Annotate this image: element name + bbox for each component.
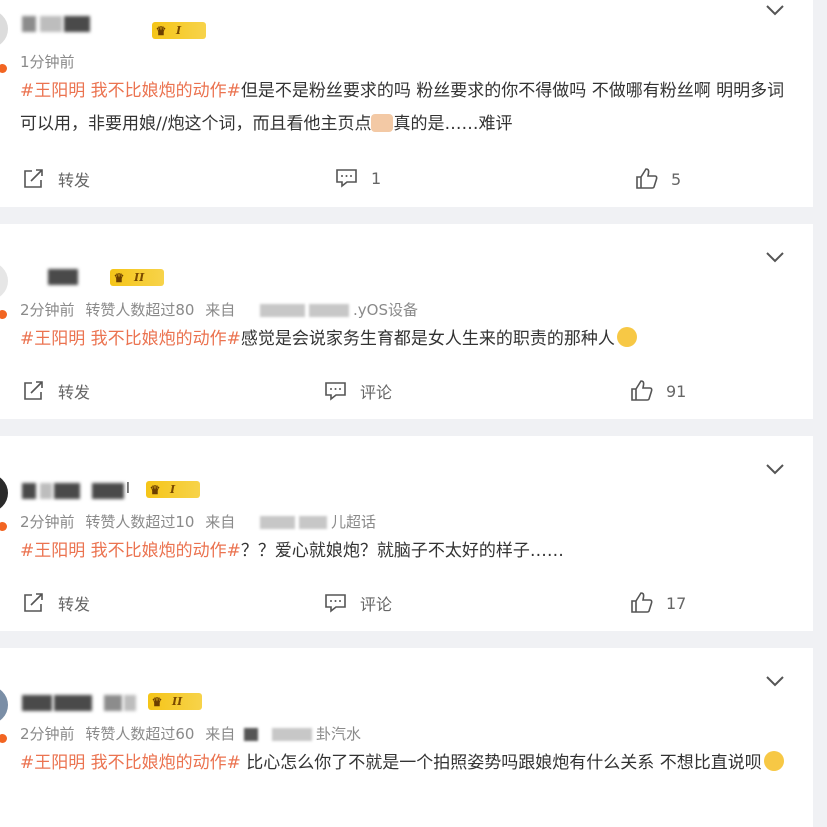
like-icon xyxy=(636,168,658,189)
thumbs-up-emoji-icon xyxy=(371,114,394,132)
comment-card-4: ♛ II 2分钟前 转赞人数超过60 来自 卦汽水 #王阳明 我不比娘炮的动作#… xyxy=(0,648,813,827)
comment-card-1: ♛ I 1分钟前 #王阳明 我不比娘炮的动作#但是不是粉丝要求的吗 粉丝要求的你… xyxy=(0,0,813,207)
username[interactable] xyxy=(22,695,142,711)
source-label: 来自 xyxy=(205,513,236,531)
repost-button[interactable]: 转发 xyxy=(22,167,90,191)
repost-count-badge: 转赞人数超过80 xyxy=(85,301,195,319)
timestamp: 2分钟前 xyxy=(20,301,75,319)
chevron-down-icon[interactable] xyxy=(765,3,785,17)
like-button[interactable]: 91 xyxy=(630,379,686,403)
crown-icon: ♛ xyxy=(151,694,163,709)
avatar[interactable] xyxy=(0,474,8,512)
comment-meta: 2分钟前 转赞人数超过60 来自 卦汽水 xyxy=(20,723,367,744)
crown-icon: ♛ xyxy=(155,23,167,38)
comment-button[interactable]: 评论 xyxy=(324,379,392,403)
like-icon xyxy=(631,380,653,401)
comment-icon xyxy=(325,594,346,613)
comment-card-3: l ♛ I 2分钟前 转赞人数超过10 来自 儿超话 #王阳明 我不比娘炮的动作… xyxy=(0,436,813,631)
comment-meta: 2分钟前 转赞人数超过80 来自 .yOS设备 xyxy=(20,299,424,320)
avatar-badge xyxy=(0,734,7,743)
hashtag-link[interactable]: #王阳明 我不比娘炮的动作# xyxy=(20,329,241,349)
crown-badge[interactable]: ♛ I xyxy=(152,22,206,39)
username[interactable]: l xyxy=(22,481,137,499)
crown-icon: ♛ xyxy=(113,270,125,285)
comment-text: #王阳明 我不比娘炮的动作#感觉是会说家务生育都是女人生来的职责的那种人 xyxy=(20,323,793,356)
comment-meta: 2分钟前 转赞人数超过10 来自 儿超话 xyxy=(20,511,382,532)
chevron-down-icon[interactable] xyxy=(765,250,785,264)
source-label: 来自 xyxy=(205,725,236,743)
like-button[interactable]: 17 xyxy=(630,591,686,615)
crying-emoji-icon xyxy=(616,327,637,347)
timestamp: 2分钟前 xyxy=(20,725,75,743)
chevron-down-icon[interactable] xyxy=(765,674,785,688)
comment-text: #王阳明 我不比娘炮的动作# 比心怎么你了不就是一个拍照姿势吗跟娘炮有什么关系 … xyxy=(20,747,793,780)
hashtag-link[interactable]: #王阳明 我不比娘炮的动作# xyxy=(20,541,241,561)
like-button[interactable]: 5 xyxy=(635,167,681,191)
crown-badge[interactable]: ♛ II xyxy=(110,269,164,286)
avatar[interactable] xyxy=(0,686,8,724)
source-label: 来自 xyxy=(205,301,236,319)
repost-icon xyxy=(24,169,43,188)
repost-button[interactable]: 转发 xyxy=(22,379,90,403)
username[interactable] xyxy=(48,269,88,285)
avatar-badge xyxy=(0,64,7,73)
crown-badge[interactable]: ♛ I xyxy=(146,481,200,498)
repost-icon xyxy=(24,593,43,612)
repost-count-badge: 转赞人数超过60 xyxy=(85,725,195,743)
comment-button[interactable]: 评论 xyxy=(324,591,392,615)
like-icon xyxy=(631,592,653,613)
timestamp: 2分钟前 xyxy=(20,513,75,531)
avatar-badge xyxy=(0,522,7,531)
crown-badge[interactable]: ♛ II xyxy=(148,693,202,710)
source-device[interactable]: .yOS设备 xyxy=(353,301,418,319)
avatar-badge xyxy=(0,310,7,319)
avatar[interactable] xyxy=(0,10,8,48)
smirk-emoji-icon xyxy=(763,751,784,771)
chevron-down-icon[interactable] xyxy=(765,462,785,476)
source-topic[interactable]: 儿超话 xyxy=(331,513,376,531)
comment-text: #王阳明 我不比娘炮的动作#？？爱心就娘炮？就脑子不太好的样子…… xyxy=(20,541,564,561)
repost-count-badge: 转赞人数超过10 xyxy=(85,513,195,531)
timestamp: 1分钟前 xyxy=(20,53,75,71)
hashtag-link[interactable]: #王阳明 我不比娘炮的动作# xyxy=(20,81,241,101)
comment-icon xyxy=(336,169,357,188)
avatar[interactable] xyxy=(0,262,8,300)
source-topic[interactable]: 卦汽水 xyxy=(316,725,361,743)
comment-card-2: ♛ II 2分钟前 转赞人数超过80 来自 .yOS设备 #王阳明 我不比娘炮的… xyxy=(0,224,813,419)
comment-text: #王阳明 我不比娘炮的动作#但是不是粉丝要求的吗 粉丝要求的你不得做吗 不做哪有… xyxy=(20,81,785,134)
hashtag-link[interactable]: #王阳明 我不比娘炮的动作# xyxy=(20,753,241,773)
comment-meta: 1分钟前 xyxy=(20,51,81,72)
username[interactable] xyxy=(22,16,92,32)
comment-icon xyxy=(325,382,346,401)
repost-icon xyxy=(24,381,43,400)
crown-icon: ♛ xyxy=(149,482,161,497)
comment-button[interactable]: 1 xyxy=(335,167,381,189)
repost-button[interactable]: 转发 xyxy=(22,591,90,615)
